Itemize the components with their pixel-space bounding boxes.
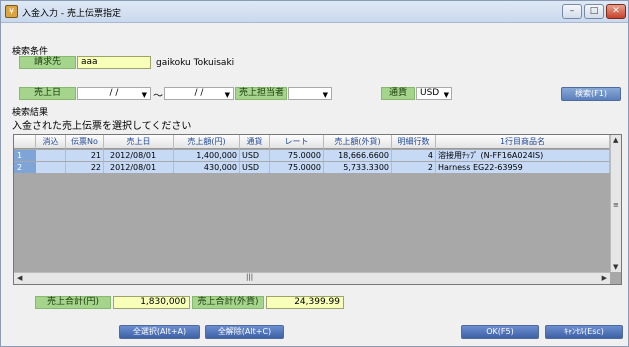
column-header[interactable]: 消込	[36, 135, 66, 149]
close-button[interactable]: ✕	[606, 4, 626, 19]
search-button[interactable]: 検索(F1)	[561, 87, 621, 101]
horizontal-scrollbar[interactable]: ◀ ||| ▶	[14, 272, 610, 284]
column-header[interactable]: 伝票No	[66, 135, 104, 149]
yen-amount-cell: 1,400,000	[174, 150, 240, 161]
date-range-separator: ～	[153, 91, 163, 102]
column-header[interactable]: 通貨	[240, 135, 270, 149]
line-count-cell: 2	[392, 162, 436, 173]
row-number: 1	[14, 150, 36, 161]
results-instruction: 入金された売上伝票を選択してください	[12, 121, 192, 132]
chevron-down-icon[interactable]: ▼	[323, 90, 328, 101]
chevron-down-icon[interactable]: ▼	[444, 90, 449, 101]
currency-cell: USD	[240, 162, 270, 173]
scroll-grip-icon[interactable]: |||	[246, 273, 253, 281]
scroll-grip-icon[interactable]: ≡	[613, 201, 619, 209]
chevron-down-icon[interactable]: ▼	[142, 90, 147, 101]
yen-total-value: 1,830,000	[113, 296, 190, 309]
customer-label: 請求先	[19, 56, 76, 69]
customer-name: gaikoku Tokuisaki	[156, 58, 235, 68]
date-to-input[interactable]: / / ▼	[164, 87, 234, 100]
yen-total-label: 売上合計(円)	[35, 296, 111, 309]
date-cell: 2012/08/01	[104, 162, 174, 173]
column-header[interactable]: 売上日	[104, 135, 174, 149]
cleared-cell[interactable]	[36, 150, 66, 161]
sales-staff-select[interactable]: ▼	[288, 87, 332, 100]
results-grid[interactable]: 消込 伝票No 売上日 売上額(円) 通貨 レート 売上額(外貨) 明細行数 1…	[13, 134, 622, 285]
row-header-corner	[14, 135, 36, 149]
customer-code-input[interactable]: aaa	[77, 56, 151, 69]
cancel-button[interactable]: ｷｬﾝｾﾙ(Esc)	[545, 325, 623, 339]
date-from-input[interactable]: / / ▼	[77, 87, 151, 100]
column-header[interactable]: 売上額(円)	[174, 135, 240, 149]
item-name-cell: 溶接用ﾁｯﾌﾟ (N-FF16A024IS)	[436, 150, 610, 161]
scroll-down-icon[interactable]: ▼	[613, 263, 618, 271]
slip-no-cell: 21	[66, 150, 104, 161]
date-from-value: / /	[109, 88, 119, 98]
scroll-right-icon[interactable]: ▶	[602, 274, 607, 282]
app-icon: ¥	[5, 5, 18, 18]
window-title: 入金入力 - 売上伝票指定	[22, 9, 121, 19]
column-header[interactable]: 明細行数	[392, 135, 436, 149]
rate-cell: 75.0000	[270, 150, 324, 161]
currency-label: 通貨	[381, 87, 415, 100]
maximize-button[interactable]: □	[584, 4, 604, 19]
table-row[interactable]: 2 22 2012/08/01 430,000 USD 75.0000 5,73…	[14, 162, 610, 173]
fx-amount-cell: 5,733.3300	[324, 162, 392, 173]
grid-header: 消込 伝票No 売上日 売上額(円) 通貨 レート 売上額(外貨) 明細行数 1…	[14, 135, 610, 149]
scroll-left-icon[interactable]: ◀	[17, 274, 22, 282]
row-number: 2	[14, 162, 36, 173]
main-window: ¥ 入金入力 - 売上伝票指定 – □ ✕ 検索条件 請求先 aaa gaiko…	[0, 0, 629, 347]
minimize-button[interactable]: –	[562, 4, 582, 19]
date-cell: 2012/08/01	[104, 150, 174, 161]
currency-cell: USD	[240, 150, 270, 161]
column-header[interactable]: レート	[270, 135, 324, 149]
sales-date-label: 売上日	[19, 87, 76, 100]
cleared-cell[interactable]	[36, 162, 66, 173]
ok-button[interactable]: OK(F5)	[461, 325, 539, 339]
scroll-up-icon[interactable]: ▲	[613, 136, 618, 144]
rate-cell: 75.0000	[270, 162, 324, 173]
sales-staff-label: 売上担当者	[235, 87, 287, 100]
line-count-cell: 4	[392, 150, 436, 161]
title-bar: ¥ 入金入力 - 売上伝票指定 – □ ✕	[1, 1, 628, 23]
yen-amount-cell: 430,000	[174, 162, 240, 173]
table-row[interactable]: 1 21 2012/08/01 1,400,000 USD 75.0000 18…	[14, 150, 610, 161]
currency-value: USD	[420, 88, 440, 98]
fx-amount-cell: 18,666.6600	[324, 150, 392, 161]
item-name-cell: Harness EG22-63959	[436, 162, 610, 173]
chevron-down-icon[interactable]: ▼	[225, 90, 230, 101]
column-header[interactable]: 売上額(外貨)	[324, 135, 392, 149]
clear-all-button[interactable]: 全解除(Alt+C)	[205, 325, 284, 339]
fx-total-label: 売上合計(外貨)	[192, 296, 264, 309]
select-all-button[interactable]: 全選択(Alt+A)	[119, 325, 200, 339]
fx-total-value: 24,399.99	[266, 296, 344, 309]
vertical-scrollbar[interactable]: ▲ ≡ ▼	[610, 135, 621, 272]
column-header[interactable]: 1行目商品名	[436, 135, 610, 149]
date-to-value: / /	[194, 88, 204, 98]
currency-select[interactable]: USD ▼	[416, 87, 452, 100]
slip-no-cell: 22	[66, 162, 104, 173]
